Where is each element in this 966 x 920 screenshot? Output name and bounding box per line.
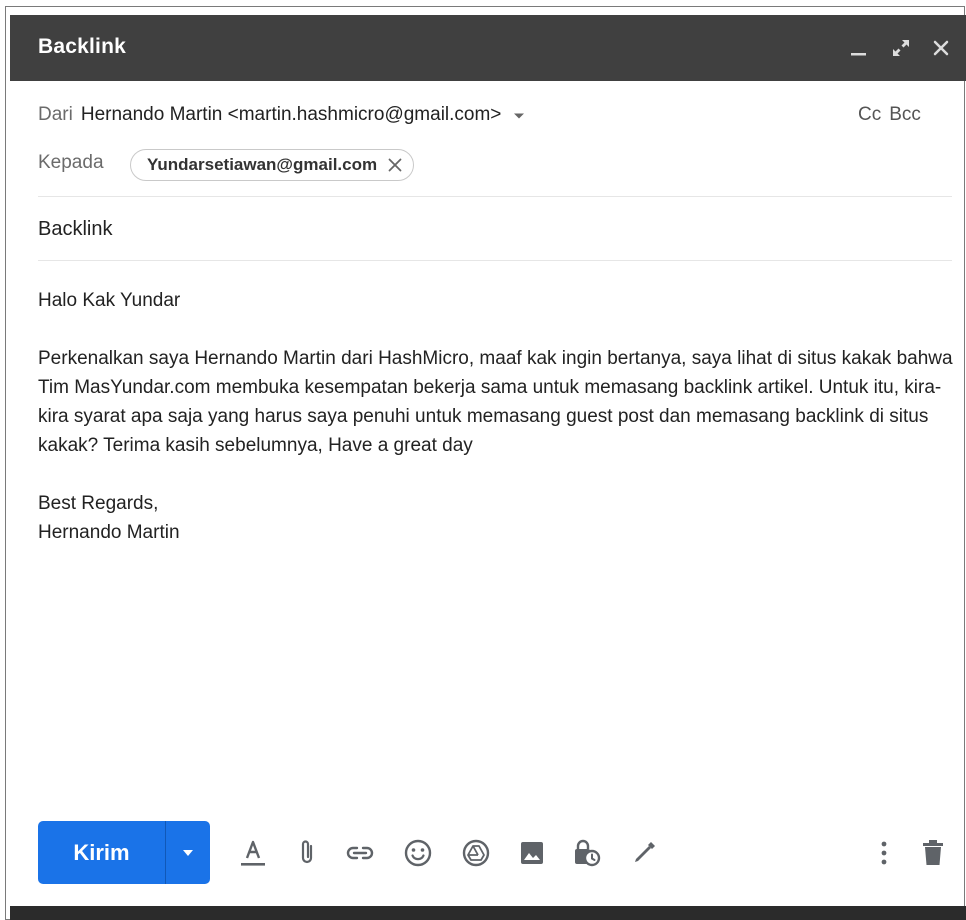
discard-icon[interactable] — [917, 837, 949, 869]
body-closing: Best Regards, — [38, 493, 159, 514]
close-icon[interactable] — [930, 37, 952, 59]
cc-link[interactable]: Cc — [858, 104, 881, 125]
divider — [38, 260, 952, 261]
recipient-email: Yundarsetiawan@gmail.com — [147, 155, 378, 174]
compose-header: Backlink — [10, 15, 966, 81]
send-button-group: Kirim — [38, 821, 210, 884]
remove-recipient-icon[interactable] — [387, 157, 403, 173]
body-signature: Hernando Martin — [38, 522, 180, 543]
divider — [38, 196, 952, 197]
from-label: Dari — [38, 104, 73, 126]
chevron-down-icon[interactable] — [513, 104, 525, 126]
link-icon[interactable] — [344, 837, 376, 869]
bcc-link[interactable]: Bcc — [889, 104, 921, 125]
compose-title: Backlink — [38, 35, 126, 58]
confidential-mode-icon[interactable] — [571, 837, 603, 869]
body-paragraph: Perkenalkan saya Hernando Martin dari Ha… — [38, 348, 953, 456]
subject-field[interactable]: Backlink — [38, 218, 112, 241]
from-address-select[interactable]: Hernando Martin <martin.hashmicro@gmail.… — [81, 104, 502, 125]
body-greeting: Halo Kak Yundar — [38, 290, 181, 311]
schedule-send-dropdown-icon[interactable] — [166, 821, 210, 884]
from-row: Dari Hernando Martin <martin.hashmicro@gm… — [38, 104, 966, 126]
emoji-icon[interactable] — [402, 837, 434, 869]
fullscreen-icon[interactable] — [890, 37, 912, 59]
recipient-chip[interactable]: Yundarsetiawan@gmail.com — [130, 149, 415, 181]
more-options-icon[interactable] — [868, 837, 900, 869]
format-text-icon[interactable] — [237, 837, 269, 869]
minimize-icon[interactable] — [848, 37, 870, 59]
cc-bcc-links: Cc Bcc — [858, 104, 929, 126]
photo-icon[interactable] — [516, 837, 548, 869]
signature-icon[interactable] — [628, 837, 660, 869]
message-body[interactable]: Halo Kak Yundar Perkenalkan saya Hernand… — [38, 286, 958, 547]
attach-icon[interactable] — [292, 837, 324, 869]
drive-icon[interactable] — [460, 837, 492, 869]
bottom-bar — [10, 906, 966, 920]
to-label: Kepada — [38, 152, 104, 173]
send-button[interactable]: Kirim — [38, 821, 165, 884]
